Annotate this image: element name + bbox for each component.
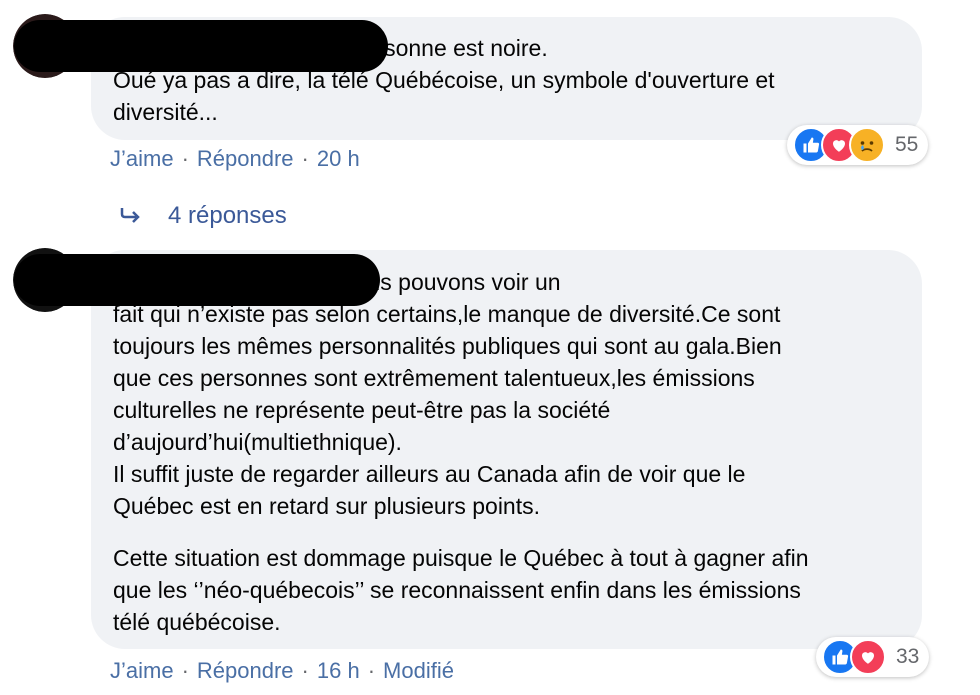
like-button[interactable]: J’aime (110, 146, 174, 172)
separator: · (301, 658, 309, 683)
separator: · (301, 146, 309, 171)
reply-button[interactable]: Répondre (197, 146, 294, 172)
separator: · (181, 658, 189, 683)
reaction-summary[interactable]: 33 (816, 637, 930, 677)
reaction-summary[interactable]: 55 (787, 125, 929, 165)
redacted-author-name (14, 20, 388, 72)
redacted-author-name (14, 254, 380, 306)
timestamp[interactable]: 20 h (317, 146, 360, 172)
reply-button[interactable]: Répondre (197, 658, 294, 684)
view-replies-link[interactable]: 4 réponses (120, 202, 287, 230)
reply-arrow-icon (120, 202, 142, 230)
comment-paragraph-2: Cette situation est dommage puisque le Q… (113, 545, 809, 635)
comment-actions: J’aime · Répondre · 16 h · Modifié (110, 658, 454, 684)
reaction-count: 33 (896, 645, 920, 668)
edited-label[interactable]: Modifié (383, 658, 454, 684)
comment-actions: J’aime · Répondre · 20 h (110, 146, 360, 172)
timestamp[interactable]: 16 h (317, 658, 360, 684)
like-button[interactable]: J’aime (110, 658, 174, 684)
comment-bubble: e En une seule image,nous pouvons voir u… (91, 250, 922, 649)
separator: · (181, 146, 189, 171)
separator: · (367, 658, 376, 683)
reaction-count: 55 (895, 133, 919, 156)
love-icon (850, 639, 886, 675)
sad-icon (849, 127, 885, 163)
comment-paragraph-1: En une seule image,nous pouvons voir un … (113, 269, 782, 519)
replies-count-label: 4 réponses (168, 202, 287, 229)
